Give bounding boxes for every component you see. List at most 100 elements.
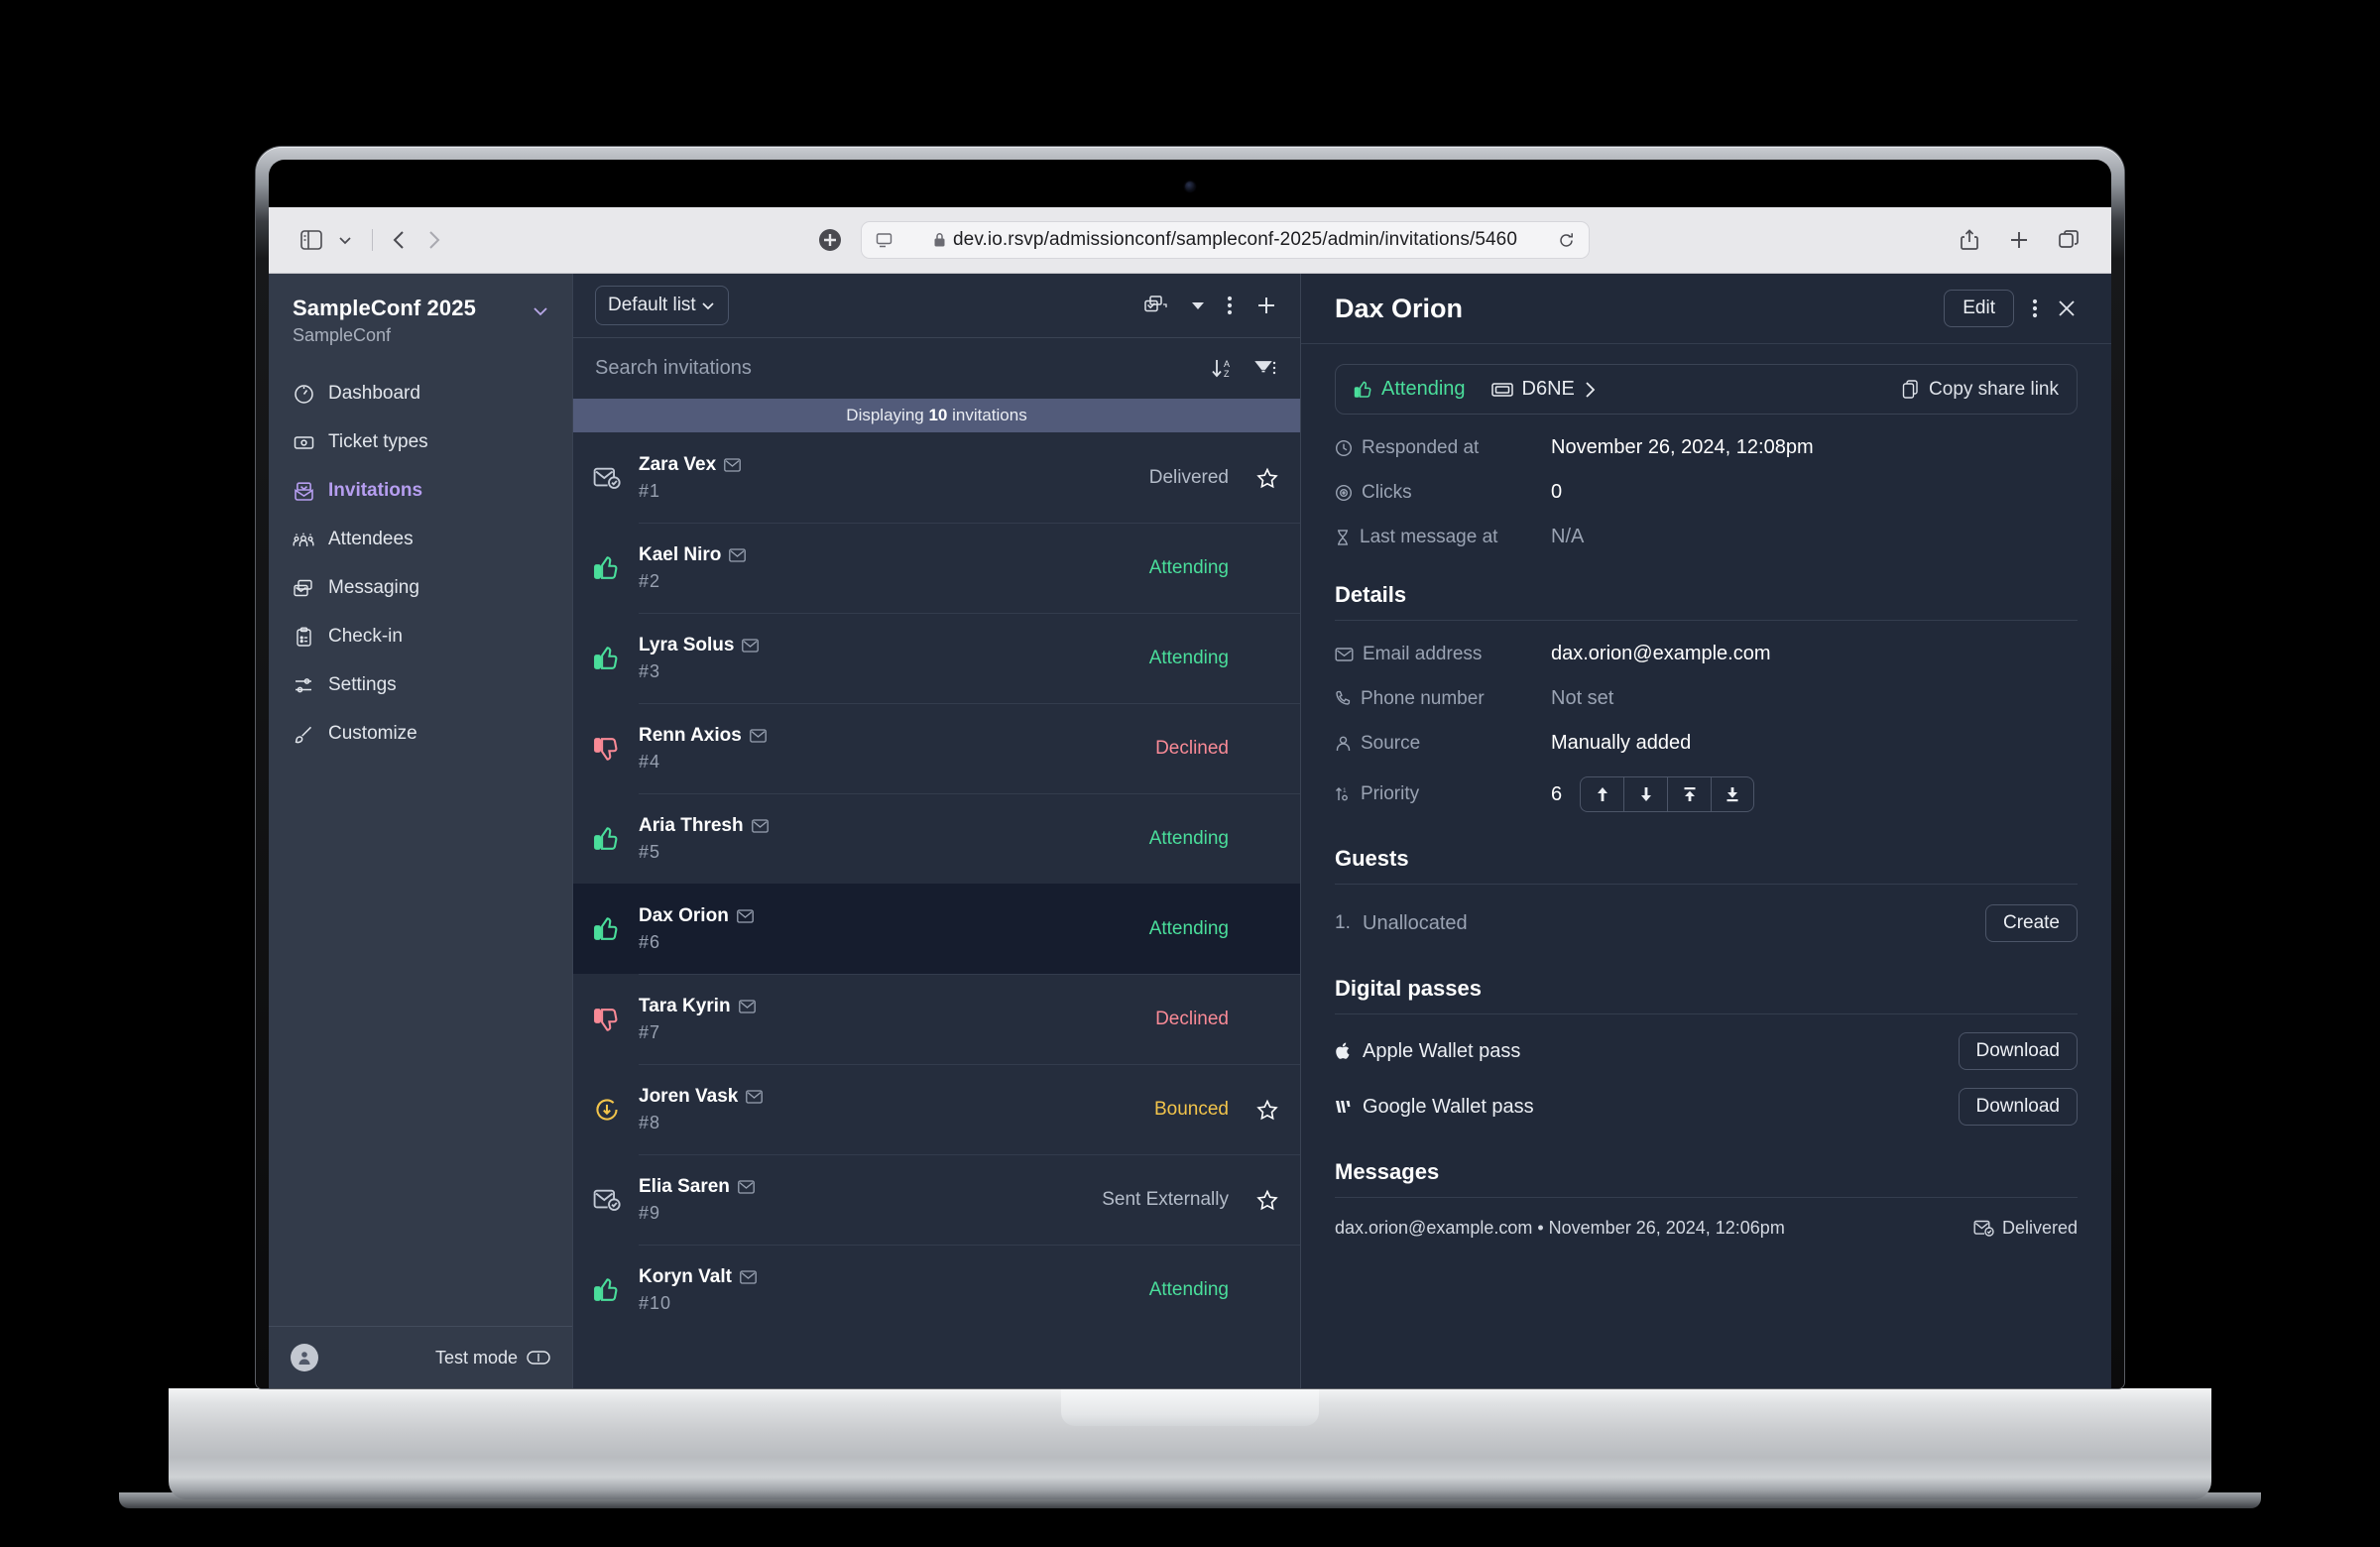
bounce-icon — [591, 1096, 623, 1124]
status-badge: Attending — [1354, 378, 1466, 401]
chevron-down-icon[interactable] — [531, 301, 550, 321]
count-suffix: invitations — [947, 406, 1027, 424]
sidebar-item-messaging[interactable]: Messaging — [283, 568, 558, 608]
sidebar-item-customize[interactable]: Customize — [283, 714, 558, 754]
meta-row-last-message-at: Last message at N/A — [1335, 526, 2078, 548]
sidebar-item-label: Customize — [328, 723, 417, 744]
thumbs-down-icon — [591, 735, 623, 763]
browser-toolbar: dev.io.rsvp/admissionconf/sampleconf-202… — [269, 207, 2111, 274]
copy-share-link-button[interactable]: Copy share link — [1902, 379, 2059, 401]
meta-value: 0 — [1551, 481, 1563, 503]
org-switcher[interactable]: SampleConf 2025 SampleConf — [269, 274, 572, 366]
list-more-options-icon[interactable] — [1227, 294, 1233, 317]
address-bar[interactable]: dev.io.rsvp/admissionconf/sampleconf-202… — [861, 221, 1590, 259]
bulk-select-icon[interactable] — [1143, 295, 1169, 316]
priority-buttons — [1580, 776, 1755, 812]
forward-button[interactable] — [416, 223, 450, 257]
priority-top-button[interactable] — [1667, 776, 1712, 812]
reload-icon[interactable] — [1558, 232, 1575, 249]
sidebar-item-dashboard[interactable]: Dashboard — [283, 374, 558, 414]
priority-up-button[interactable] — [1580, 776, 1624, 812]
row-number: #1 — [639, 480, 661, 501]
back-button[interactable] — [383, 223, 416, 257]
avatar[interactable] — [291, 1344, 318, 1371]
sort-az-icon[interactable]: A Z — [1211, 357, 1237, 381]
sidebar-item-settings[interactable]: Settings — [283, 665, 558, 705]
section-title-guests: Guests — [1335, 846, 1409, 871]
sidebar-item-invitations[interactable]: Invitations — [283, 471, 558, 511]
search-input[interactable] — [595, 357, 1193, 380]
priority-down-button[interactable] — [1623, 776, 1668, 812]
meta-label-text: Responded at — [1362, 436, 1480, 458]
status-badge: Declined — [1155, 737, 1229, 759]
new-tab-icon[interactable] — [2002, 223, 2036, 257]
ticket-code[interactable]: D6NE — [1490, 378, 1597, 401]
section-divider — [1335, 620, 2078, 621]
table-row[interactable]: Elia Saren #9 Sent Externally — [573, 1154, 1300, 1245]
status-badge: Bounced — [1153, 1098, 1229, 1120]
people-icon — [293, 529, 314, 550]
edit-button[interactable]: Edit — [1944, 290, 2014, 327]
envelope-icon — [749, 728, 767, 743]
table-row[interactable]: Kael Niro #2 Attending — [573, 523, 1300, 613]
download-google-pass-button[interactable]: Download — [1958, 1088, 2078, 1126]
meta-label: 1 Priority — [1335, 783, 1551, 805]
toggle-icon[interactable] — [527, 1350, 550, 1366]
list-toolbar-actions — [1143, 294, 1278, 317]
sidebar-item-label: Invitations — [328, 480, 423, 501]
copy-icon — [1902, 379, 1920, 400]
detail-more-options-icon[interactable] — [2032, 297, 2038, 320]
sidebar-item-label: Attendees — [328, 529, 414, 549]
create-guest-button[interactable]: Create — [1984, 904, 2078, 942]
target-icon — [1335, 484, 1353, 502]
close-icon[interactable] — [2056, 298, 2078, 319]
table-row[interactable]: Dax Orion #6 Attending — [573, 884, 1300, 974]
sidebar-item-ticket-types[interactable]: Ticket types — [283, 422, 558, 462]
pass-label: Google Wallet pass — [1335, 1096, 1534, 1119]
download-apple-pass-button[interactable]: Download — [1958, 1032, 2078, 1070]
row-name: Lyra Solus — [639, 635, 1133, 656]
table-row[interactable]: Joren Vask #8 Bounced — [573, 1064, 1300, 1154]
sidebar-item-label: Check-in — [328, 626, 403, 647]
copy-share-link-label: Copy share link — [1929, 378, 2059, 400]
star-icon[interactable] — [1256, 1099, 1278, 1121]
laptop-base-notch — [1061, 1388, 1319, 1426]
list-selector[interactable]: Default list — [595, 286, 729, 325]
meta-label: Source — [1335, 733, 1551, 755]
priority-bottom-button[interactable] — [1711, 776, 1755, 812]
bulk-select-chevron-down-icon[interactable] — [1191, 300, 1205, 310]
share-icon[interactable] — [1953, 223, 1986, 257]
add-bookmark-icon[interactable] — [813, 223, 847, 257]
section-title-digital-passes: Digital passes — [1335, 976, 1482, 1001]
sidebar-item-check-in[interactable]: Check-in — [283, 617, 558, 656]
table-row[interactable]: Koryn Valt #10 Attending — [573, 1245, 1300, 1335]
envelope-icon — [751, 818, 769, 833]
table-row[interactable]: Tara Kyrin #7 Declined — [573, 974, 1300, 1064]
tab-overview-icon[interactable] — [2052, 223, 2085, 257]
table-row[interactable]: Renn Axios #4 Declined — [573, 703, 1300, 793]
reader-view-icon[interactable] — [876, 232, 892, 249]
star-icon[interactable] — [1256, 1189, 1278, 1211]
sidebar-toggle-chevron-down-icon[interactable] — [328, 223, 362, 257]
status-badge: Declined — [1155, 1008, 1229, 1029]
sidebar-toggle-icon[interactable] — [295, 223, 328, 257]
table-row[interactable]: Lyra Solus #3 Attending — [573, 613, 1300, 703]
table-row[interactable]: Zara Vex #1 Delivered — [573, 432, 1300, 523]
ticket-icon — [1490, 382, 1513, 398]
webcam-icon — [1185, 181, 1195, 191]
test-mode-toggle[interactable]: Test mode — [435, 1348, 550, 1368]
meta-value: N/A — [1551, 526, 1585, 547]
phone-icon — [1335, 690, 1352, 708]
browser-right-actions — [1953, 223, 2085, 257]
meta-row-clicks: Clicks 0 — [1335, 481, 2078, 504]
sidebar-item-attendees[interactable]: Attendees — [283, 520, 558, 559]
table-row[interactable]: Aria Thresh #5 Attending — [573, 793, 1300, 884]
filter-icon[interactable] — [1254, 358, 1278, 380]
status-badge: Attending — [1148, 1278, 1229, 1300]
message-row[interactable]: dax.orion@example.com • November 26, 202… — [1335, 1218, 2078, 1239]
ticket-code-label: D6NE — [1521, 378, 1575, 400]
star-icon[interactable] — [1256, 467, 1278, 489]
add-invitation-icon[interactable] — [1254, 294, 1278, 317]
detail-row-email: Email address dax.orion@example.com — [1335, 643, 2078, 665]
row-name-text: Elia Saren — [639, 1175, 730, 1197]
